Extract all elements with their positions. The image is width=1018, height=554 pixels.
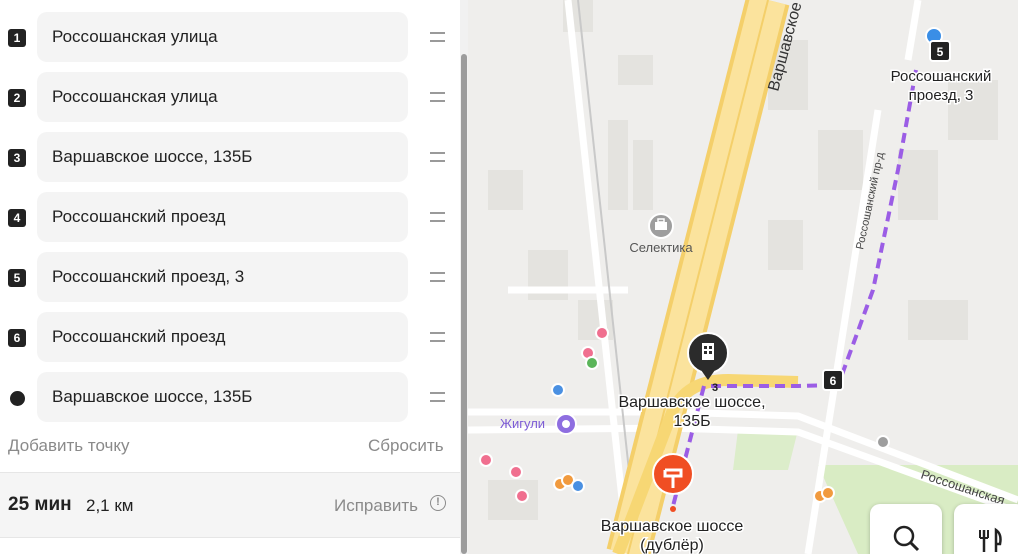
search-icon [893, 525, 920, 552]
map-food-button[interactable] [954, 504, 1018, 554]
destination-dot-icon [10, 391, 25, 406]
waypoint-6-marker: 6 [830, 374, 837, 388]
mall-icon [555, 413, 577, 435]
waypoint-input[interactable]: Варшавское шоссе, 135Б [37, 372, 408, 422]
waypoint-marker: 1 [8, 29, 26, 47]
waypoint-input[interactable]: Россошанский проезд, 3 [37, 252, 408, 302]
drag-handle-icon[interactable] [428, 210, 448, 224]
map-search-button[interactable] [870, 504, 942, 554]
waypoint-marker: 2 [8, 89, 26, 107]
scrollbar-thumb[interactable] [461, 54, 467, 554]
waypoint-row: 2 Россошанская улица [0, 72, 460, 122]
drag-handle-icon[interactable] [428, 150, 448, 164]
waypoint-row: 3 Варшавское шоссе, 135Б [0, 132, 460, 182]
waypoint-input[interactable]: Россошанская улица [37, 72, 408, 122]
waypoint-5-label-line1: Россошанский [891, 68, 992, 85]
waypoint-marker: 6 [8, 329, 26, 347]
drag-handle-icon[interactable] [428, 30, 448, 44]
reset-link[interactable]: Сбросить [368, 436, 444, 456]
route-panel: 1 Россошанская улица 2 Россошанская улиц… [0, 0, 460, 554]
poi-label-zhiguli: Жигули [500, 416, 545, 431]
start-pin [652, 453, 694, 495]
waypoint-marker: 3 [8, 149, 26, 167]
add-point-link[interactable]: Добавить точку [8, 436, 130, 456]
waypoint-row: 1 Россошанская улица [0, 12, 460, 62]
drag-handle-icon[interactable] [428, 270, 448, 284]
drag-handle-icon[interactable] [428, 390, 448, 404]
route-distance: 2,1 км [86, 496, 134, 515]
waypoint-row: 5 Россошанский проезд, 3 [0, 252, 460, 302]
start-label-line1: Варшавское шоссе [601, 518, 744, 535]
building-icon [702, 343, 714, 360]
briefcase-icon [648, 213, 674, 239]
drag-handle-icon[interactable] [428, 330, 448, 344]
fix-route-link[interactable]: Исправить [334, 496, 418, 516]
route-summary: 25 мин 2,1 км Исправить ! [0, 472, 460, 538]
waypoint-row: 6 Россошанский проезд [0, 312, 460, 362]
panel-scrollbar[interactable] [460, 0, 468, 554]
waypoint-row: 4 Россошанский проезд [0, 192, 460, 242]
waypoint-marker: 5 [8, 269, 26, 287]
waypoint-row-destination: Варшавское шоссе, 135Б [0, 372, 460, 422]
map-canvas[interactable]: Селектика Жигули Варшавское Россошанский… [468, 0, 1018, 554]
destination-label-line1: Варшавское шоссе, [618, 394, 765, 411]
waypoint-5-marker: 5 [937, 45, 944, 59]
start-point-dot [670, 506, 676, 512]
waypoint-input[interactable]: Россошанский проезд [37, 312, 408, 362]
waypoint-input[interactable]: Россошанский проезд [37, 192, 408, 242]
fork-knife-icon [979, 527, 1002, 552]
destination-label-line2: 135Б [673, 413, 710, 430]
waypoint-5-label-line2: проезд, 3 [909, 87, 974, 104]
waypoint-input[interactable]: Варшавское шоссе, 135Б [37, 132, 408, 182]
waypoint-input[interactable]: Россошанская улица [37, 12, 408, 62]
poi-label-selektika: Селектика [629, 240, 693, 255]
drag-handle-icon[interactable] [428, 90, 448, 104]
park-area [733, 430, 798, 470]
map-view[interactable]: Селектика Жигули Варшавское Россошанский… [468, 0, 1018, 554]
start-label-line2: (дублёр) [640, 537, 704, 554]
info-icon[interactable]: ! [430, 495, 446, 511]
waypoint-3-marker: 3 [712, 382, 718, 394]
waypoint-marker: 4 [8, 209, 26, 227]
route-time: 25 мин [8, 494, 72, 515]
